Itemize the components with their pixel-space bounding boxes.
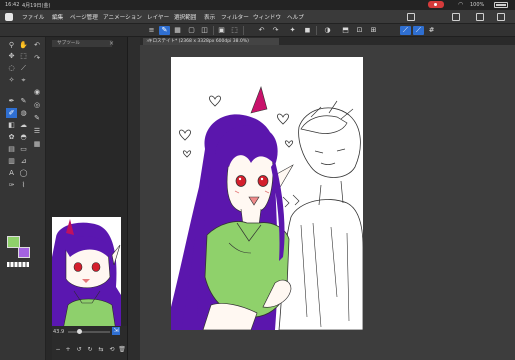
subtool-tab[interactable]: サブツール xyxy=(52,40,112,47)
correct-line-icon[interactable]: ✑ xyxy=(6,180,17,190)
zoom-icon[interactable]: ⚲ xyxy=(6,40,17,50)
material-icon[interactable]: ▦ xyxy=(31,139,43,149)
document-icon[interactable] xyxy=(452,13,460,21)
snap-grid-toggle-icon[interactable]: # xyxy=(426,26,437,35)
screen-record-icon[interactable] xyxy=(428,1,444,8)
zoom-out-icon[interactable]: − xyxy=(54,346,62,354)
document-tab[interactable]: キロステイト* (2368 x 3328px 600dpi 38.0%) xyxy=(143,38,279,45)
wifi-icon: ◠ xyxy=(458,1,464,8)
quick-access-icon[interactable]: ✎ xyxy=(159,26,170,35)
transparent-color-swatch[interactable] xyxy=(7,262,29,267)
menu-filter[interactable]: フィルター xyxy=(221,13,249,21)
operation-icon[interactable]: ⌖ xyxy=(18,75,29,85)
flip-icon[interactable]: ⇆ xyxy=(97,346,105,354)
battery-icon xyxy=(494,2,508,8)
rotate-right-icon[interactable]: ↻ xyxy=(86,346,94,354)
undo-side-icon[interactable]: ↶ xyxy=(31,40,43,50)
airbrush-icon[interactable]: ◍ xyxy=(18,108,29,118)
app-menu-icon[interactable] xyxy=(5,13,13,21)
figure-icon[interactable]: ▭ xyxy=(18,144,29,154)
open-icon[interactable]: ◫ xyxy=(199,26,210,35)
layer-side-icon[interactable]: ☰ xyxy=(31,126,43,136)
menu-selection[interactable]: 選択範囲 xyxy=(174,13,196,21)
snap-special-ruler-icon[interactable]: ⟋ xyxy=(413,26,424,35)
lasso-icon[interactable]: ◌ xyxy=(6,63,17,73)
rotate-left-icon[interactable]: ↺ xyxy=(75,346,83,354)
menu-help[interactable]: ヘルプ xyxy=(287,13,304,21)
export-icon[interactable]: ⬚ xyxy=(229,26,240,35)
blend-icon[interactable]: ☁ xyxy=(18,120,29,130)
status-bar: 16:42 4月19日(金) ◠ 100% xyxy=(0,0,515,10)
menu-page-management[interactable]: ページ管理 xyxy=(70,13,98,21)
illustration xyxy=(171,57,363,330)
zoom-slider-knob[interactable] xyxy=(77,329,82,334)
text-icon[interactable]: A xyxy=(6,168,17,178)
frame-icon[interactable]: ▥ xyxy=(6,156,17,166)
document-close-icon[interactable]: × xyxy=(146,38,150,45)
zoom-in-icon[interactable]: + xyxy=(64,346,72,354)
magic-wand-icon[interactable]: ✧ xyxy=(6,75,17,85)
undo-icon[interactable]: ↶ xyxy=(256,26,267,35)
reset-view-icon[interactable]: ⟲ xyxy=(108,346,116,354)
battery-percentage: 100% xyxy=(470,2,485,8)
menu-edit[interactable]: 編集 xyxy=(52,13,63,21)
snap-ruler-icon[interactable]: ⟋ xyxy=(400,26,411,35)
transform-icon[interactable]: ⬒ xyxy=(340,26,351,35)
status-date: 4月19日(金) xyxy=(22,3,51,9)
new-icon[interactable]: ▢ xyxy=(186,26,197,35)
background-color-swatch[interactable] xyxy=(18,247,30,258)
snap-grid-icon[interactable]: ⊞ xyxy=(368,26,379,35)
color-circle-icon[interactable]: ◑ xyxy=(322,26,333,35)
decoration-icon[interactable]: ✿ xyxy=(6,132,17,142)
trash-icon[interactable]: 🗑 xyxy=(118,346,126,354)
command-bar: ≡ ✎ ▦ ▢ ◫ ▣ ⬚ ↶ ↷ ✦ ◼ ◑ ⬒ ⊡ ⊞ ⟋ ⟋ # xyxy=(0,24,515,37)
hand-icon[interactable]: ✋ xyxy=(18,40,29,50)
app-window: 16:42 4月19日(金) ◠ 100% ファイル 編集 ページ管理 アニメー… xyxy=(0,0,515,360)
save-icon[interactable]: ▣ xyxy=(216,26,227,35)
eyedropper-icon[interactable]: ⟋ xyxy=(18,63,29,73)
menu-animation[interactable]: アニメーション xyxy=(103,13,142,21)
canvas-area: キロステイト* (2368 x 3328px 600dpi 38.0%) × xyxy=(140,37,515,360)
eraser-icon[interactable]: ◧ xyxy=(6,120,17,130)
menu-window[interactable]: ウィンドウ xyxy=(253,13,281,21)
brush-size-icon[interactable]: ◉ xyxy=(31,87,43,97)
menu-file[interactable]: ファイル xyxy=(22,13,44,21)
brush-icon[interactable]: ✐ xyxy=(6,108,17,118)
close-icon[interactable]: × xyxy=(109,40,114,47)
zoom-readout: 43.9 xyxy=(53,329,65,335)
pencil-icon[interactable]: ✎ xyxy=(18,96,29,106)
layout-icon[interactable] xyxy=(407,13,415,21)
pen-pressure-icon[interactable]: ✎ xyxy=(31,113,43,123)
fit-view-icon[interactable]: ⇲ xyxy=(112,327,120,335)
settings-icon[interactable] xyxy=(497,13,505,21)
menu-bar: ファイル 編集 ページ管理 アニメーション レイヤー 選択範囲 表示 フィルター… xyxy=(0,10,515,24)
tool-palette: ⚲ ✋ ✥ ⬚ ◌ ⟋ ✧ ⌖ ✒ ✎ ✐ ◍ ◧ ☁ ✿ ◓ ▤ ▭ ▥ ⊿ … xyxy=(0,37,46,360)
gallery-icon[interactable] xyxy=(476,13,484,21)
redo-side-icon[interactable]: ↷ xyxy=(31,53,43,63)
balloon-icon[interactable]: ◯ xyxy=(18,168,29,178)
smear-icon[interactable]: ⌇ xyxy=(18,180,29,190)
ruler-icon[interactable]: ⊿ xyxy=(18,156,29,166)
grid-view-icon[interactable]: ▦ xyxy=(172,26,183,35)
drawing-canvas[interactable] xyxy=(171,57,363,330)
fill-icon[interactable]: ◓ xyxy=(18,132,29,142)
fill-selection-icon[interactable]: ◼ xyxy=(302,26,313,35)
move-icon[interactable]: ✥ xyxy=(6,51,17,61)
menu-view[interactable]: 表示 xyxy=(204,13,215,21)
zoom-slider[interactable] xyxy=(68,329,110,334)
clear-icon[interactable]: ✦ xyxy=(287,26,298,35)
subtool-panel: サブツール × 43.9 ⇲ − + ↺ ↻ ⇆ ⟲ 🗑 xyxy=(46,37,128,360)
menu-layer[interactable]: レイヤー xyxy=(147,13,169,21)
hamburger-icon[interactable]: ≡ xyxy=(146,26,157,35)
crop-icon[interactable]: ⊡ xyxy=(354,26,365,35)
gradient-icon[interactable]: ▤ xyxy=(6,144,17,154)
navigator-controls: 43.9 ⇲ − + ↺ ↻ ⇆ ⟲ 🗑 xyxy=(52,326,127,360)
opacity-icon[interactable]: ◎ xyxy=(31,100,43,110)
pen-icon[interactable]: ✒ xyxy=(6,96,17,106)
status-time: 16:42 xyxy=(5,2,20,8)
document-tab-bar: キロステイト* (2368 x 3328px 600dpi 38.0%) × xyxy=(140,37,515,45)
redo-icon[interactable]: ↷ xyxy=(270,26,281,35)
selection-icon[interactable]: ⬚ xyxy=(18,51,29,61)
